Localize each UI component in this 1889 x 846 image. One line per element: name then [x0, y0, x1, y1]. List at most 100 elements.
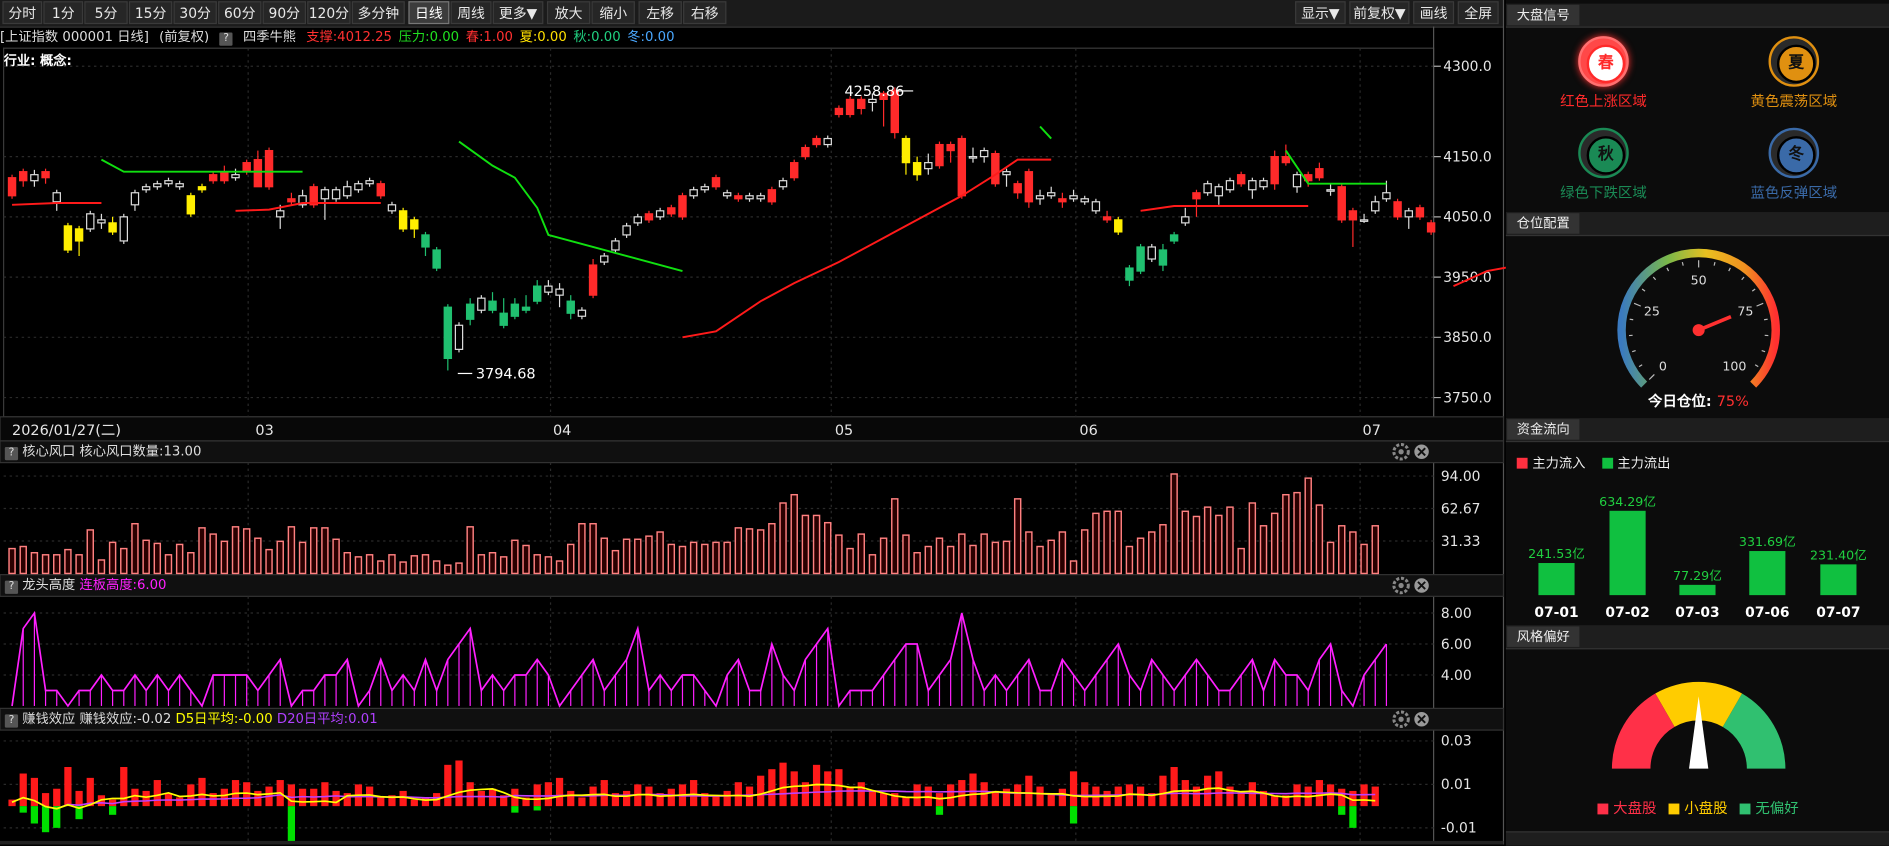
hot-bar [635, 539, 641, 573]
candle [221, 166, 228, 184]
section-tab[interactable]: 大盘信号 [1507, 5, 1579, 25]
hot-bar [199, 528, 205, 574]
profit-bar-up [1025, 776, 1032, 806]
gauge-tick-label: 0 [1659, 359, 1667, 374]
candle-body [1126, 268, 1133, 280]
candle [176, 181, 183, 190]
candle [444, 304, 451, 370]
candle [1316, 163, 1323, 181]
hot-bar [1227, 507, 1233, 573]
season-icon[interactable]: 冬 [1769, 128, 1820, 179]
profit-bar-down [1070, 806, 1077, 823]
candle [310, 184, 317, 208]
profit-bar-up [858, 782, 865, 806]
gauge-tick [1649, 374, 1654, 379]
candle [668, 205, 675, 217]
candle [131, 190, 138, 211]
close-icon[interactable] [1414, 445, 1428, 459]
candle-body [757, 196, 764, 199]
date-axis-label: 06 [1079, 423, 1097, 439]
hot-bar [31, 553, 37, 574]
y-tick-label: 3850.0 [1443, 330, 1491, 346]
candle-body [1059, 199, 1066, 202]
flow-date-label: 07-03 [1675, 605, 1719, 621]
candle-body [265, 151, 272, 187]
hot-bar [959, 534, 965, 573]
hot-bar [1350, 532, 1356, 573]
hot-bar [1115, 511, 1121, 573]
candle-body [277, 211, 284, 217]
y-tick-label: 4050.0 [1443, 210, 1491, 226]
candle [735, 193, 742, 202]
season-icon[interactable]: 秋 [1578, 128, 1629, 179]
section-tab[interactable]: 资金流向 [1507, 419, 1579, 439]
candle-body [1282, 157, 1289, 163]
series-label: 连板高度:6.00 [80, 577, 167, 593]
hot-bar [1048, 540, 1054, 573]
candle [1226, 178, 1233, 193]
candle-body [344, 187, 351, 196]
candle [802, 145, 809, 160]
season-icon[interactable]: 春 [1578, 36, 1629, 87]
hot-bar [1238, 549, 1244, 574]
candle [1182, 208, 1189, 226]
profit-bar-down [1338, 806, 1345, 815]
hot-bar [154, 543, 160, 573]
section-header-style: 风格偏好 [1506, 625, 1889, 649]
help-icon[interactable]: ? [5, 447, 18, 460]
candle [1416, 205, 1423, 220]
candle [1338, 184, 1345, 223]
candle-body [601, 256, 608, 262]
candle-body [1372, 202, 1379, 211]
section-tab[interactable]: 风格偏好 [1507, 626, 1579, 646]
help-icon[interactable]: ? [5, 581, 18, 594]
candle-body [154, 184, 161, 187]
candle [42, 169, 49, 184]
profit-bar-up [623, 791, 630, 806]
profit-bar-up [1338, 789, 1345, 806]
candle [1092, 199, 1099, 214]
hot-bar [434, 561, 440, 573]
candle [299, 190, 306, 208]
close-icon[interactable] [1414, 578, 1428, 592]
hot-bar [557, 561, 563, 573]
candle [567, 295, 574, 319]
profit-bar-up [1059, 789, 1066, 806]
hot-bar [579, 524, 585, 574]
season-label: 绿色下跌区域 [1531, 182, 1676, 202]
candle-body [578, 310, 585, 316]
season-icon[interactable]: 夏 [1769, 36, 1820, 87]
profit-bar-up [455, 760, 462, 806]
flow-bar [1679, 585, 1715, 595]
candle-body [545, 286, 552, 292]
hot-bar [1004, 541, 1010, 573]
candle [791, 160, 798, 181]
hot-bar [1193, 516, 1199, 573]
hot-bar [981, 534, 987, 573]
candle [1238, 172, 1245, 187]
profit-bar-up [221, 789, 228, 806]
panel-name: 核心风口 [22, 443, 75, 459]
candle-body [1171, 235, 1178, 241]
candle-body [422, 235, 429, 247]
flow-legend: 主力流入 主力流出 [1517, 453, 1671, 472]
flow-bar [1610, 511, 1646, 595]
candle-body [958, 139, 965, 196]
close-icon[interactable] [1414, 712, 1428, 726]
profit-bar-up [478, 791, 485, 806]
profit-bar-up [902, 797, 909, 806]
date-axis-label: 2026/01/27(二) [12, 423, 121, 439]
hot-bar [668, 544, 674, 573]
hot-bar [445, 565, 451, 573]
candle-body [746, 196, 753, 199]
bottom-tab-strip[interactable] [1506, 831, 1889, 845]
candle-body [1182, 217, 1189, 223]
hot-bar [646, 536, 652, 573]
hot-bar [98, 560, 104, 573]
candle [143, 184, 150, 193]
y-tick-label: 31.33 [1441, 534, 1481, 550]
candle [992, 151, 999, 187]
section-tab[interactable]: 仓位配置 [1507, 213, 1579, 233]
hot-bar [110, 542, 116, 573]
help-icon[interactable]: ? [5, 714, 18, 727]
